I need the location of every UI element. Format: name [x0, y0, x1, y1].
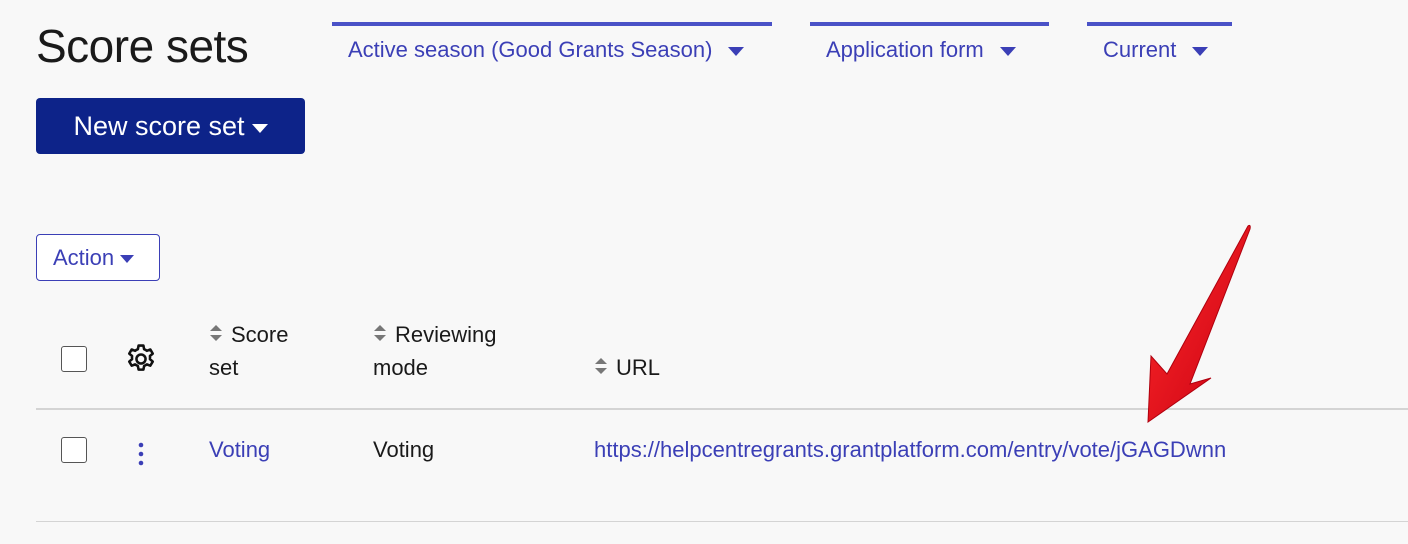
caret-down-icon [999, 46, 1016, 56]
kebab-menu-icon[interactable] [133, 440, 149, 468]
column-header-reviewing-mode[interactable]: Reviewing mode [373, 318, 497, 384]
row-checkbox[interactable] [61, 437, 87, 463]
score-set-url-link[interactable]: https://helpcentregrants.grantplatform.c… [594, 434, 1226, 466]
sort-icon [595, 358, 607, 374]
sort-icon [210, 325, 222, 341]
caret-down-icon [251, 123, 268, 133]
gear-icon[interactable] [124, 342, 158, 376]
reviewing-mode-value: Voting [373, 437, 435, 462]
new-score-set-label: New score set [73, 110, 245, 141]
status-filter-dropdown[interactable]: Current [1087, 22, 1232, 68]
table-row-divider [36, 521, 1408, 522]
season-filter-label: Active season (Good Grants Season) [348, 37, 713, 62]
action-label: Action [53, 244, 115, 270]
column-header-url[interactable]: URL [594, 351, 660, 384]
column-header-reviewing-mode-line2: mode [373, 355, 429, 380]
column-header-reviewing-mode-line1: Reviewing [395, 322, 497, 347]
caret-down-icon [1192, 46, 1209, 56]
column-header-url-label: URL [616, 355, 661, 380]
column-header-score-set-line2: set [209, 355, 239, 380]
table-header-divider [36, 408, 1408, 410]
action-dropdown-button[interactable]: Action [36, 234, 160, 281]
page-title: Score sets [36, 20, 249, 72]
column-header-score-set[interactable]: Score set [209, 318, 288, 384]
season-filter-dropdown[interactable]: Active season (Good Grants Season) [332, 22, 772, 68]
caret-down-icon [728, 46, 745, 56]
red-arrow-icon [1147, 224, 1251, 423]
status-filter-label: Current [1103, 37, 1177, 62]
form-filter-dropdown[interactable]: Application form [810, 22, 1049, 68]
caret-down-icon [120, 254, 135, 263]
form-filter-label: Application form [826, 37, 984, 62]
new-score-set-button[interactable]: New score set [36, 98, 305, 154]
score-sets-page: Score sets Active season (Good Grants Se… [0, 0, 1408, 544]
sort-icon [374, 325, 386, 341]
select-all-checkbox[interactable] [61, 346, 87, 372]
column-header-score-set-line1: Score [231, 322, 289, 347]
score-set-link[interactable]: Voting [209, 434, 270, 466]
